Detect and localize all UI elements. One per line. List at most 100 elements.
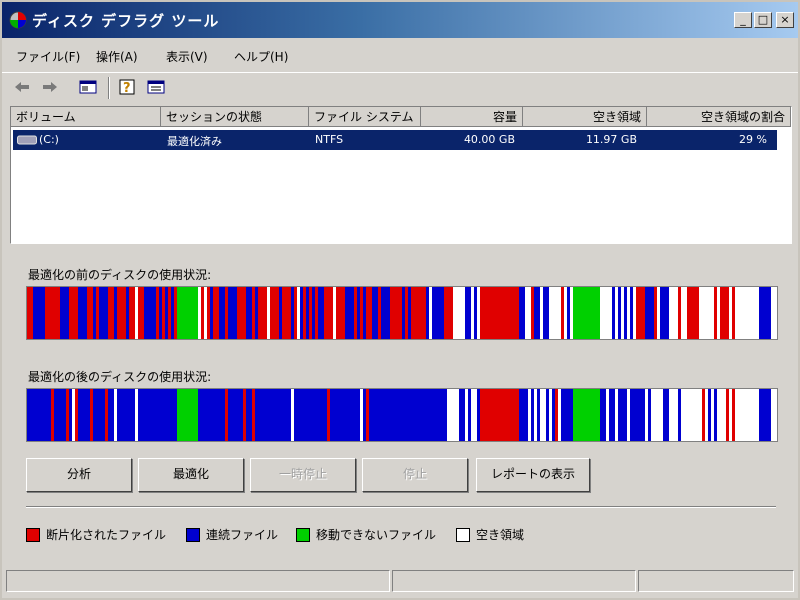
column-free-space-percent[interactable]: 空き領域の割合 (647, 107, 791, 127)
cluster-stripe (276, 389, 279, 441)
cluster-stripe (387, 389, 390, 441)
cluster-stripe (75, 389, 78, 441)
column-session-status[interactable]: セッションの状態 (161, 107, 309, 127)
cluster-stripe (609, 389, 612, 441)
cluster-stripe (663, 287, 666, 339)
hard-drive-icon (17, 135, 37, 145)
cluster-stripe (447, 389, 450, 441)
cluster-stripe (687, 287, 690, 339)
cluster-stripe (738, 287, 741, 339)
legend-label-contiguous: 連続ファイル (206, 528, 279, 542)
cluster-stripe (732, 389, 735, 441)
view-report-button[interactable]: レポートの表示 (476, 458, 590, 492)
volume-list[interactable]: ボリューム セッションの状態 ファイル システム 容量 空き領域 空き領域の割合… (10, 106, 792, 244)
cluster-stripe (327, 389, 330, 441)
cluster-stripe (693, 389, 696, 441)
cluster-stripe (384, 287, 387, 339)
pause-button[interactable]: 一時停止 (250, 458, 356, 492)
cluster-stripe (39, 287, 42, 339)
cluster-stripe (420, 389, 423, 441)
cluster-stripe (189, 287, 192, 339)
cluster-stripe (642, 287, 645, 339)
cluster-stripe (84, 287, 87, 339)
cluster-stripe (87, 287, 90, 339)
column-volume[interactable]: ボリューム (11, 107, 161, 127)
cluster-stripe (765, 287, 768, 339)
menu-action[interactable]: 操作(A) (96, 48, 138, 65)
cluster-stripe (180, 287, 183, 339)
cluster-stripe (54, 389, 57, 441)
close-button[interactable]: × (776, 12, 794, 28)
cluster-stripe (621, 389, 624, 441)
cluster-stripe (198, 287, 201, 339)
cluster-stripe (72, 389, 75, 441)
cluster-stripe (291, 287, 294, 339)
cluster-stripe (618, 389, 621, 441)
status-pane-3 (638, 570, 794, 592)
cluster-stripe (576, 389, 579, 441)
stop-button[interactable]: 停止 (362, 458, 468, 492)
back-arrow-icon[interactable] (12, 78, 32, 96)
minimize-button[interactable]: _ (734, 12, 752, 28)
cluster-stripe (402, 287, 405, 339)
cluster-stripe (639, 389, 642, 441)
cluster-stripe (450, 389, 453, 441)
cluster-stripe (258, 287, 261, 339)
menu-view[interactable]: 表示(V) (166, 48, 208, 65)
cluster-stripe (603, 287, 606, 339)
cluster-stripe (318, 287, 321, 339)
cluster-stripe (465, 389, 468, 441)
cluster-stripe (210, 389, 213, 441)
cluster-stripe (435, 389, 438, 441)
cluster-stripe (153, 389, 156, 441)
cluster-stripe (183, 389, 186, 441)
volume-file-system: NTFS (315, 133, 344, 146)
cluster-stripe (612, 389, 615, 441)
cluster-stripe (735, 389, 738, 441)
cluster-stripe (246, 389, 249, 441)
cluster-stripe (336, 389, 339, 441)
cluster-stripe (60, 389, 63, 441)
cluster-stripe (27, 287, 30, 339)
cluster-stripe (747, 287, 750, 339)
menu-help[interactable]: ヘルプ(H) (234, 48, 288, 65)
cluster-stripe (555, 287, 558, 339)
help-icon[interactable]: ? (118, 78, 138, 96)
cluster-stripe (735, 287, 738, 339)
cluster-stripe (750, 389, 753, 441)
cluster-stripe (201, 287, 204, 339)
title-bar[interactable]: ディスク デフラグ ツール _ □ × (2, 2, 798, 38)
cluster-stripe (207, 287, 210, 339)
cluster-stripe (219, 287, 222, 339)
cluster-stripe (429, 287, 432, 339)
cluster-stripe (528, 389, 531, 441)
cluster-stripe (759, 287, 762, 339)
cluster-stripe (726, 287, 729, 339)
column-capacity[interactable]: 容量 (421, 107, 523, 127)
cluster-stripe (474, 287, 477, 339)
menu-file[interactable]: ファイル(F) (16, 48, 80, 65)
cluster-stripe (195, 287, 198, 339)
cluster-stripe (774, 287, 777, 339)
legend-label-fragmented: 断片化されたファイル (46, 528, 167, 542)
column-file-system[interactable]: ファイル システム (309, 107, 421, 127)
cluster-stripe (462, 389, 465, 441)
column-free-space[interactable]: 空き領域 (523, 107, 647, 127)
cluster-stripe (492, 389, 495, 441)
defragment-button[interactable]: 最適化 (138, 458, 244, 492)
cluster-stripe (174, 389, 177, 441)
cluster-stripe (402, 389, 405, 441)
analyze-button[interactable]: 分析 (26, 458, 132, 492)
cluster-stripe (681, 389, 684, 441)
cluster-stripe (384, 389, 387, 441)
properties-icon[interactable] (146, 78, 166, 96)
cluster-stripe (309, 287, 312, 339)
forward-arrow-icon[interactable] (40, 78, 60, 96)
maximize-button[interactable]: □ (754, 12, 772, 28)
cluster-stripe (690, 389, 693, 441)
cluster-stripe (432, 287, 435, 339)
console-view-icon[interactable] (78, 78, 98, 96)
volume-row[interactable]: (C:) 最適化済み NTFS 40.00 GB 11.97 GB 29 % (13, 130, 777, 150)
cluster-stripe (477, 287, 480, 339)
window-title: ディスク デフラグ ツール (32, 12, 220, 30)
